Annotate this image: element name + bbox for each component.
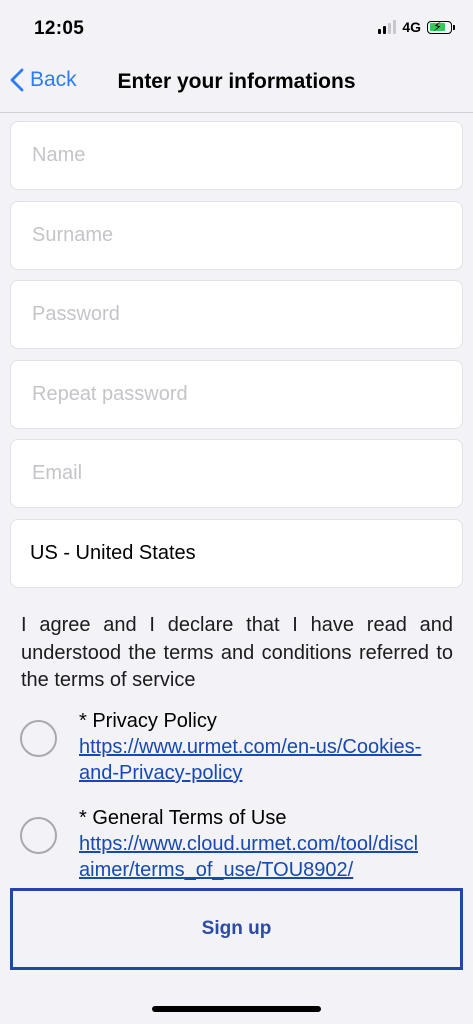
battery-charging-icon: ⚡: [427, 19, 455, 34]
terms-title: * General Terms of Use: [79, 807, 287, 829]
password-input[interactable]: [30, 302, 462, 327]
surname-input[interactable]: [30, 222, 462, 248]
terms-link[interactable]: https://www.cloud.urmet.com/tool/disclai…: [79, 831, 424, 883]
privacy-radio[interactable]: [20, 720, 57, 757]
terms-radio[interactable]: [20, 817, 57, 854]
status-time: 12:05: [34, 18, 85, 39]
navigation-bar: Back Enter your informations: [0, 56, 473, 113]
terms-intro: I agree and I declare that I have read a…: [21, 614, 453, 691]
home-indicator: [152, 1006, 321, 1012]
terms-consent: * General Terms of Use https://www.cloud…: [20, 805, 460, 893]
sign-up-button[interactable]: Sign up: [10, 888, 463, 970]
status-indicators: 4G ⚡: [378, 19, 455, 35]
surname-field[interactable]: [10, 200, 463, 270]
name-input[interactable]: [30, 143, 462, 168]
signal-icon: [378, 20, 397, 34]
status-bar: 12:05 4G ⚡: [0, 0, 473, 56]
country-selector[interactable]: US - United States: [10, 518, 463, 588]
privacy-consent: * Privacy Policy https://www.urmet.com/e…: [20, 708, 460, 786]
page-title: Enter your informations: [117, 70, 356, 93]
footer-area: Sign up: [0, 887, 473, 1024]
email-input[interactable]: [30, 461, 462, 486]
name-field[interactable]: [10, 121, 463, 190]
password-field[interactable]: [10, 280, 463, 349]
privacy-link[interactable]: https://www.urmet.com/en-us/Cookies-and-…: [79, 734, 424, 786]
repeat-password-field[interactable]: [10, 359, 463, 429]
network-type: 4G: [402, 19, 421, 35]
registration-form: US - United States: [10, 121, 463, 598]
privacy-title: * Privacy Policy: [79, 710, 217, 732]
repeat-password-input[interactable]: [30, 381, 462, 407]
email-field[interactable]: [10, 439, 463, 508]
country-value: US - United States: [30, 541, 196, 564]
